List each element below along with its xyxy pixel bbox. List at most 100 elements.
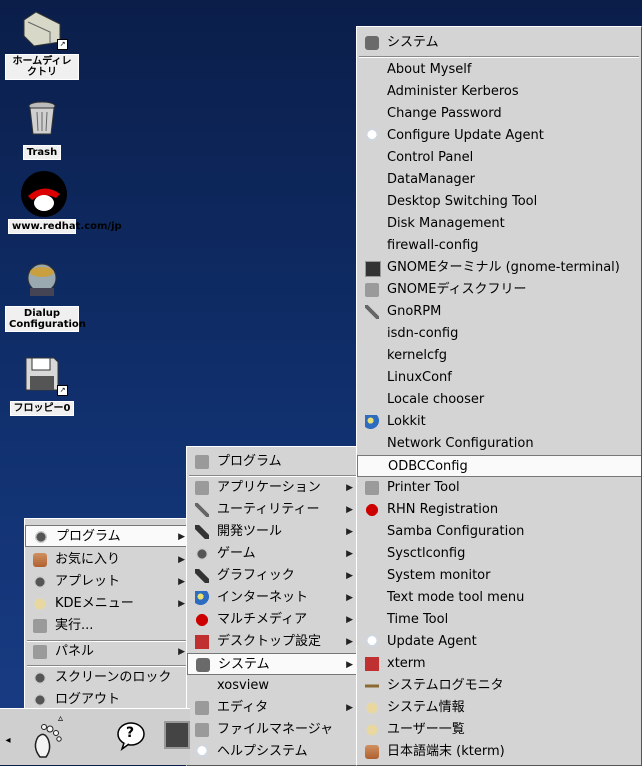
submenu-arrow-icon: ▶ (346, 637, 353, 647)
menu-item-label: KDEメニュー (55, 596, 134, 611)
menu-item-system-14[interactable]: LinuxConf (357, 367, 641, 389)
menu-item-system-1[interactable]: Administer Kerberos (357, 81, 641, 103)
menu-item-run[interactable]: 実行... (25, 615, 191, 637)
menu-item-system-30[interactable]: ユーザー一覧 (357, 719, 641, 741)
menu-item-system-24[interactable]: Text mode tool menu (357, 587, 641, 609)
menu-item-label: Sysctlconfig (387, 546, 466, 561)
submenu-arrow-icon: ▶ (346, 593, 353, 603)
menu-item-system-3[interactable]: Configure Update Agent (357, 125, 641, 147)
menu-item-label: Configure Update Agent (387, 128, 544, 143)
menu-item-label: 開発ツール (217, 524, 283, 539)
menu-item-system-4[interactable]: Control Panel (357, 147, 641, 169)
main-menu: プログラム ▶ お気に入り ▶ アプレット ▶ KDEメニュー ▶ 実行... … (24, 518, 192, 712)
favorites-icon (33, 553, 47, 567)
menu-item-label: Samba Configuration (387, 524, 525, 539)
menu-item-system-20[interactable]: RHN Registration (357, 499, 641, 521)
bulb-icon (365, 129, 379, 143)
panel-hide-left-arrow-icon[interactable]: ◂ (2, 735, 14, 747)
disk-free-icon (365, 283, 379, 297)
menu-item-label: エディタ (217, 700, 269, 715)
submenu-arrow-icon: ▶ (346, 615, 353, 625)
desktop-icon-home[interactable]: ↗ ホームディレクトリ (2, 6, 82, 80)
bulb-icon (365, 635, 379, 649)
menu-item-editor[interactable]: エディタ ▶ (187, 697, 359, 719)
submenu-arrow-icon: ▶ (346, 505, 353, 515)
menu-item-system-21[interactable]: Samba Configuration (357, 521, 641, 543)
menu-item-system-22[interactable]: Sysctlconfig (357, 543, 641, 565)
menu-item-label: Network Configuration (387, 436, 534, 451)
menu-item-label: システム (218, 657, 270, 672)
menu-item-label: ODBCConfig (388, 459, 468, 474)
menu-item-label: Change Password (387, 106, 502, 121)
menu-item-system-9[interactable]: GNOMEターミナル (gnome-terminal) (357, 257, 641, 279)
menu-item-system-5[interactable]: DataManager (357, 169, 641, 191)
menu-item-label: ファイルマネージャ (217, 722, 334, 737)
editor-icon (195, 701, 209, 715)
menu-item-programs[interactable]: プログラム ▶ (25, 525, 191, 547)
menu-item-system-13[interactable]: kernelcfg (357, 345, 641, 367)
menu-item-system-6[interactable]: Desktop Switching Tool (357, 191, 641, 213)
menu-item-system-11[interactable]: GnoRPM (357, 301, 641, 323)
menu-item-system-15[interactable]: Locale chooser (357, 389, 641, 411)
menu-item-label: システム情報 (387, 700, 465, 715)
menu-item-internet[interactable]: インターネット ▶ (187, 587, 359, 609)
internet-icon (195, 591, 209, 605)
menu-item-help-system[interactable]: ヘルプシステム (187, 741, 359, 763)
menu-item-file-manager[interactable]: ファイルマネージャ (187, 719, 359, 741)
menu-item-system-8[interactable]: firewall-config (357, 235, 641, 257)
menu-item-kde-menu[interactable]: KDEメニュー ▶ (25, 593, 191, 615)
menu-item-xosview[interactable]: xosview (187, 675, 359, 697)
menu-item-favorites[interactable]: お気に入り ▶ (25, 549, 191, 571)
menu-item-applications[interactable]: アプリケーション ▶ (187, 477, 359, 499)
menu-item-system-27[interactable]: xterm (357, 653, 641, 675)
terminal-launcher-icon[interactable] (164, 721, 190, 749)
terminal-icon (365, 261, 381, 277)
menu-item-desktop-settings[interactable]: デスクトップ設定 ▶ (187, 631, 359, 653)
menu-item-lock-screen[interactable]: スクリーンのロック (25, 667, 191, 689)
menu-item-system-23[interactable]: System monitor (357, 565, 641, 587)
menu-item-system-28[interactable]: システムログモニタ (357, 675, 641, 697)
xterm-icon (365, 657, 379, 671)
menu-item-multimedia[interactable]: マルチメディア ▶ (187, 609, 359, 631)
menu-item-system-12[interactable]: isdn-config (357, 323, 641, 345)
menu-item-label: Lokkit (387, 414, 426, 429)
menu-item-games[interactable]: ゲーム ▶ (187, 543, 359, 565)
desktop-icon-dialup[interactable]: Dialup Configuration (2, 258, 86, 332)
menu-item-system-10[interactable]: GNOMEディスクフリー (357, 279, 641, 301)
menu-item-label: System monitor (387, 568, 491, 583)
menu-item-system-18[interactable]: ODBCConfig (357, 455, 641, 477)
menu-item-applets[interactable]: アプレット ▶ (25, 571, 191, 593)
desktop-icon-label: Trash (22, 145, 62, 160)
menu-item-system-19[interactable]: Printer Tool (357, 477, 641, 499)
help-button[interactable]: ? (116, 721, 146, 751)
menu-item-label: パネル (55, 644, 95, 659)
menu-item-label: システムログモニタ (387, 678, 504, 693)
help-glyph: ? (126, 725, 135, 741)
menu-item-devtools[interactable]: 開発ツール ▶ (187, 521, 359, 543)
menu-item-system-31[interactable]: 日本語端末 (kterm) (357, 741, 641, 763)
help-icon (195, 745, 209, 759)
desktop-icon-floppy[interactable]: ↗ フロッピー0 (2, 352, 82, 416)
menu-item-system-7[interactable]: Disk Management (357, 213, 641, 235)
menu-item-system-2[interactable]: Change Password (357, 103, 641, 125)
menu-item-panel[interactable]: パネル ▶ (25, 641, 191, 663)
menu-item-system-29[interactable]: システム情報 (357, 697, 641, 719)
menu-item-system-0[interactable]: About Myself (357, 59, 641, 81)
menu-item-label: Desktop Switching Tool (387, 194, 538, 209)
logout-icon (33, 693, 47, 707)
desktop-icon-label: フロッピー0 (9, 401, 75, 416)
menu-item-system-17[interactable]: Network Configuration (357, 433, 641, 455)
menu-item-graphics[interactable]: グラフィック ▶ (187, 565, 359, 587)
gnome-foot-main-button[interactable]: ▵ (28, 713, 68, 761)
menu-item-system-26[interactable]: Update Agent (357, 631, 641, 653)
menu-item-label: About Myself (387, 62, 472, 77)
desktop-icon-redhat[interactable]: www.redhat.com/jp (2, 170, 122, 234)
lock-icon (33, 671, 47, 685)
menu-item-utilities[interactable]: ユーティリティー ▶ (187, 499, 359, 521)
menu-item-system[interactable]: システム ▶ (187, 653, 359, 675)
menu-item-system-25[interactable]: Time Tool (357, 609, 641, 631)
desktop-icon-trash[interactable]: Trash (2, 96, 82, 160)
menu-item-system-16[interactable]: Lokkit (357, 411, 641, 433)
submenu-arrow-icon: ▶ (178, 532, 185, 542)
kde-gear-icon (33, 597, 47, 611)
